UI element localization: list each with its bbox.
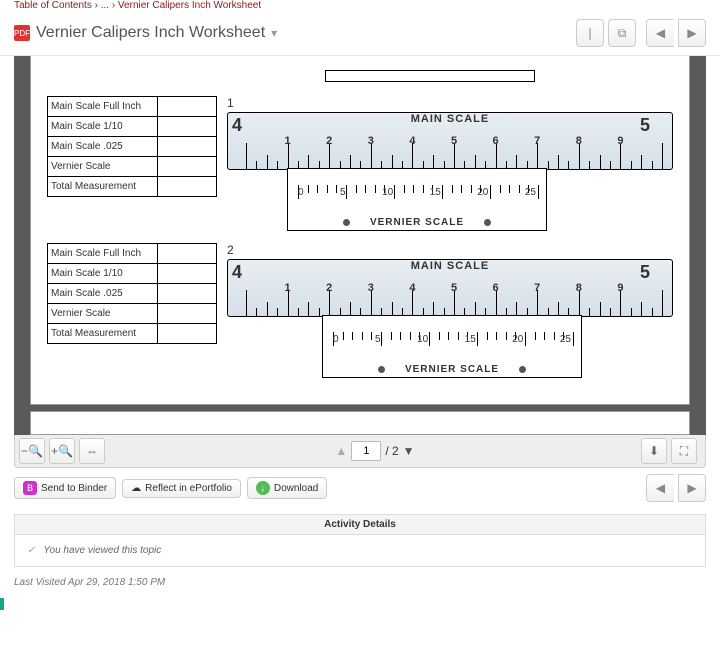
pdf-page: Main Scale Full Inch Main Scale 1/10 Mai… <box>30 56 690 405</box>
problem-number: 1 <box>227 96 671 110</box>
page-input[interactable] <box>351 441 381 461</box>
download-pdf-button[interactable]: ⬇ <box>641 438 667 464</box>
panel-heading: Activity Details <box>15 515 705 535</box>
pdf-viewer: Main Scale Full Inch Main Scale 1/10 Mai… <box>14 56 706 435</box>
vernier-scale-figure: 0510152025 VERNIER SCALE <box>322 315 582 378</box>
zoom-out-button[interactable]: −🔍 <box>19 438 45 464</box>
check-icon: ✓ <box>27 545 35 556</box>
popout-button[interactable]: ⧉ <box>608 19 636 47</box>
download-icon: ↓ <box>256 481 270 495</box>
prev-topic-button[interactable]: ◀ <box>646 19 674 47</box>
viewed-status: You have viewed this topic <box>43 545 161 556</box>
partial-figure <box>325 70 535 82</box>
header-bar: PDF Vernier Calipers Inch Worksheet ▾ ❘ … <box>0 15 720 56</box>
title-menu-caret[interactable]: ▾ <box>271 26 277 40</box>
reflect-eportfolio-button[interactable]: ☁ Reflect in ePortfolio <box>122 479 241 498</box>
pdf-icon: PDF <box>14 25 30 41</box>
measurement-table: Main Scale Full Inch Main Scale 1/10 Mai… <box>47 243 217 344</box>
main-scale-figure: MAIN SCALE 4 5 123456789 <box>227 259 673 317</box>
pdf-page-next <box>30 411 690 435</box>
cloud-icon: ☁ <box>131 483 141 494</box>
fit-width-button[interactable]: ⇔ <box>79 438 105 464</box>
bookmark-button[interactable]: ❘ <box>576 19 604 47</box>
action-bar: B Send to Binder ☁ Reflect in ePortfolio… <box>0 468 720 508</box>
zoom-in-button[interactable]: +🔍 <box>49 438 75 464</box>
binder-icon: B <box>23 481 37 495</box>
last-visited-label: Last Visited Apr 29, 2018 1:50 PM <box>0 567 720 588</box>
breadcrumb[interactable]: Table of Contents › ... › Vernier Calipe… <box>0 0 720 15</box>
problem-row: Main Scale Full Inch Main Scale 1/10 Mai… <box>47 243 673 378</box>
footer-accent <box>0 598 4 610</box>
vernier-scale-figure: 0510152025 VERNIER SCALE <box>287 168 547 231</box>
page-total-label: / 2 <box>385 444 398 458</box>
send-to-binder-button[interactable]: B Send to Binder <box>14 477 116 499</box>
page-title: Vernier Calipers Inch Worksheet <box>36 24 265 42</box>
problem-number: 2 <box>227 243 671 257</box>
activity-details-panel: Activity Details ✓ You have viewed this … <box>14 514 706 567</box>
measurement-table: Main Scale Full Inch Main Scale 1/10 Mai… <box>47 96 217 197</box>
next-topic-button[interactable]: ▶ <box>678 19 706 47</box>
page-down-icon[interactable]: ▼ <box>403 444 415 458</box>
viewer-toolbar: −🔍 +🔍 ⇔ ▲ / 2 ▼ ⬇ ⛶ <box>14 435 706 468</box>
problem-row: Main Scale Full Inch Main Scale 1/10 Mai… <box>47 96 673 231</box>
prev-button-bottom[interactable]: ◀ <box>646 474 674 502</box>
page-up-icon[interactable]: ▲ <box>335 444 347 458</box>
next-button-bottom[interactable]: ▶ <box>678 474 706 502</box>
main-scale-figure: MAIN SCALE 4 5 123456789 <box>227 112 673 170</box>
download-button[interactable]: ↓ Download <box>247 477 327 499</box>
fullscreen-button[interactable]: ⛶ <box>671 438 697 464</box>
